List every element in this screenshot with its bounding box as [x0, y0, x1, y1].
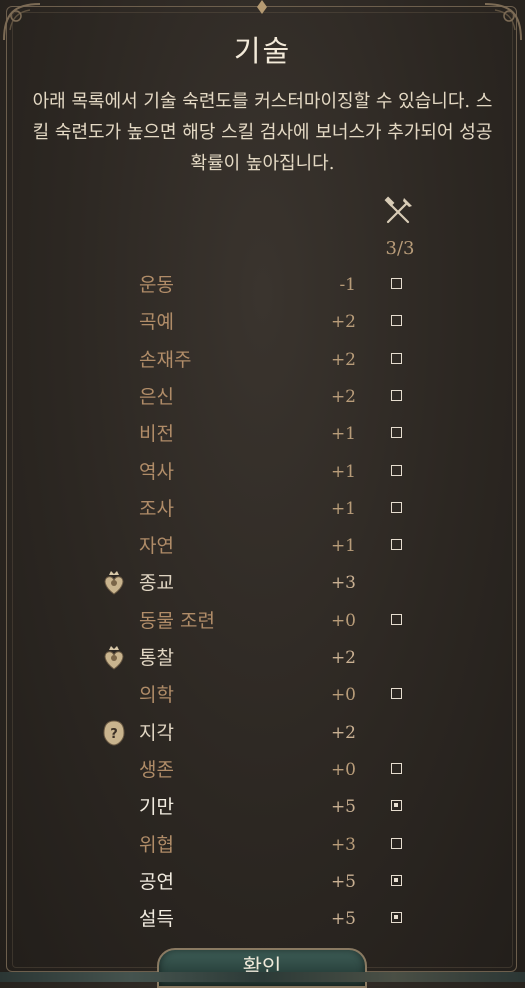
proficiency-checkbox[interactable]	[391, 389, 402, 401]
skill-row[interactable]: 종교 +3	[0, 568, 525, 598]
skill-modifier: +5	[330, 797, 356, 818]
dialog-title: 기술	[233, 34, 292, 68]
skill-row[interactable]: 동물 조련 +0	[0, 606, 525, 636]
skill-name: 기만	[139, 796, 174, 819]
skill-name: 위협	[139, 833, 174, 856]
skill-row[interactable]: 자연 +1	[0, 531, 525, 561]
proficiency-checkbox[interactable]	[391, 613, 402, 625]
skill-modifier: +2	[330, 312, 356, 333]
background-strip	[0, 972, 525, 982]
skill-name: 의학	[139, 684, 174, 707]
skill-modifier: +2	[330, 648, 356, 668]
skill-name: 설득	[139, 908, 174, 931]
proficiency-count: 3/3	[385, 238, 415, 259]
skill-name: 지각	[139, 721, 174, 744]
svg-text:?: ?	[110, 727, 118, 742]
proficiency-checkbox[interactable]	[391, 800, 402, 812]
skill-row[interactable]: 운동 -1	[0, 270, 525, 300]
proficiency-checkbox[interactable]	[391, 352, 402, 364]
skill-row[interactable]: 은신 +2	[0, 382, 525, 412]
skill-row[interactable]: 생존 +0	[0, 755, 525, 785]
proficiency-checkbox[interactable]	[391, 874, 402, 886]
skill-name: 손재주	[139, 348, 192, 371]
dialog-description: 아래 목록에서 기술 숙련도를 커스터마이징할 수 있습니다. 스킬 숙련도가 …	[32, 91, 493, 174]
skill-modifier: +0	[330, 685, 356, 706]
skill-row[interactable]: 비전 +1	[0, 419, 525, 449]
proficiency-checkbox[interactable]	[391, 837, 402, 849]
skill-modifier: +1	[330, 536, 356, 557]
skill-modifier: -1	[339, 275, 356, 295]
heart-crown-icon	[100, 644, 128, 672]
proficiency-checkbox[interactable]	[391, 539, 402, 551]
skill-modifier: +2	[330, 386, 356, 407]
skill-modifier: +1	[330, 424, 356, 445]
proficiency-checkbox[interactable]	[391, 501, 402, 513]
skill-row[interactable]: 손재주 +2	[0, 345, 525, 375]
skill-row[interactable]: 조사 +1	[0, 494, 525, 524]
skill-name: 통찰	[139, 647, 174, 669]
skill-name: 운동	[139, 274, 174, 296]
skill-modifier: +2	[330, 349, 356, 370]
heart-crown-icon	[100, 569, 128, 597]
skill-name: 자연	[139, 535, 174, 558]
skill-modifier: +0	[330, 610, 356, 631]
skill-name: 조사	[139, 497, 174, 520]
proficiency-checkbox[interactable]	[391, 688, 402, 700]
skill-name: 비전	[139, 423, 174, 446]
skill-name: 공연	[139, 870, 174, 893]
skill-modifier: +1	[330, 461, 356, 482]
skill-modifier: +2	[330, 722, 356, 743]
skill-row[interactable]: 곡예 +2	[0, 307, 525, 337]
crossed-hammer-axe-icon	[384, 196, 412, 224]
skill-row[interactable]: 통찰 +2	[0, 643, 525, 673]
skill-row[interactable]: 역사 +1	[0, 457, 525, 487]
skill-name: 생존	[139, 758, 174, 781]
skill-modifier: +5	[330, 871, 356, 892]
skill-name: 은신	[139, 385, 174, 408]
proficiency-checkbox[interactable]	[391, 315, 402, 327]
skill-modifier: +5	[330, 909, 356, 930]
proficiency-checkbox[interactable]	[391, 464, 402, 476]
skill-name: 동물 조련	[139, 609, 215, 632]
skill-modifier: +1	[330, 498, 356, 519]
question-shield-icon: ?	[100, 719, 128, 747]
skill-row[interactable]: 기만 +5	[0, 792, 525, 822]
skill-name: 역사	[139, 460, 174, 483]
skill-modifier: +0	[330, 759, 356, 780]
proficiency-checkbox[interactable]	[391, 912, 402, 924]
proficiency-checkbox[interactable]	[391, 762, 402, 774]
proficiency-checkbox[interactable]	[391, 278, 402, 289]
proficiency-checkbox[interactable]	[391, 427, 402, 439]
skill-row[interactable]: ? 지각 +2	[0, 718, 525, 748]
confirm-button[interactable]: 확인	[157, 948, 367, 988]
skill-modifier: +3	[330, 834, 356, 855]
skill-row[interactable]: 위협 +3	[0, 830, 525, 860]
skill-name: 종교	[139, 572, 174, 595]
skill-row[interactable]: 설득 +5	[0, 904, 525, 934]
top-gem-icon	[257, 0, 267, 14]
skill-row[interactable]: 공연 +5	[0, 867, 525, 897]
skill-name: 곡예	[139, 311, 174, 334]
skill-modifier: +3	[330, 573, 356, 594]
skill-row[interactable]: 의학 +0	[0, 680, 525, 710]
